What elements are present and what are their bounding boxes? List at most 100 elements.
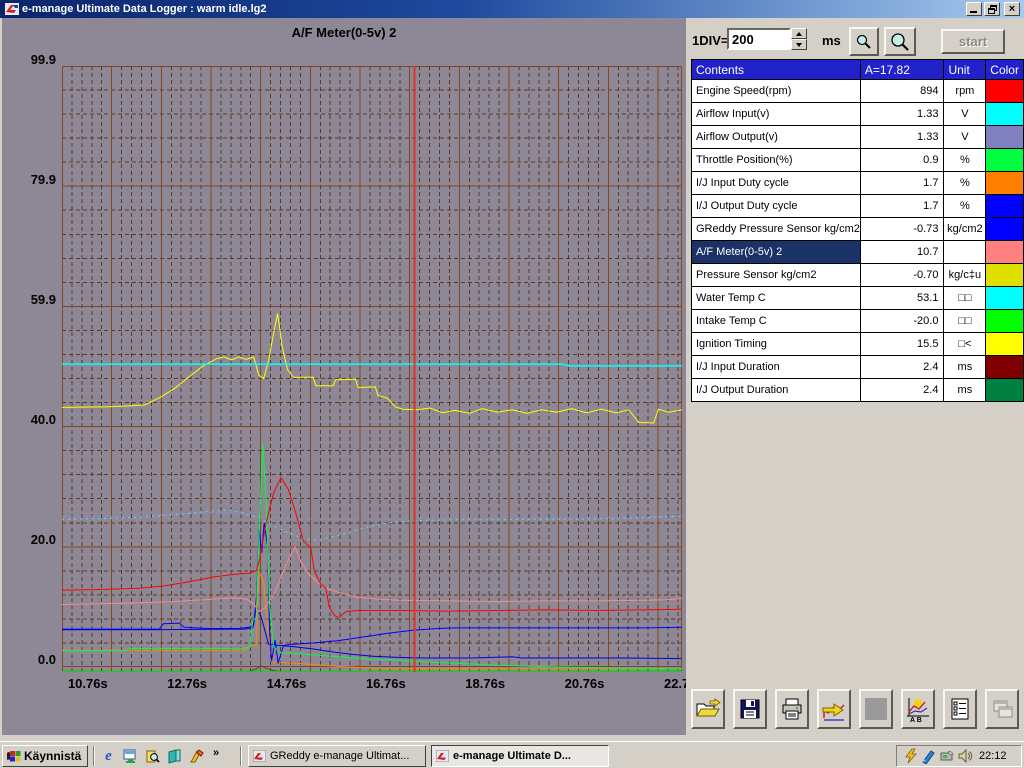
x-tick-label: 12.76s bbox=[154, 676, 220, 691]
svg-text:A B: A B bbox=[910, 717, 922, 722]
channel-unit: % bbox=[944, 172, 986, 195]
ms-unit-label: ms bbox=[822, 33, 841, 48]
channel-name: A/F Meter(0-5v) 2 bbox=[692, 241, 861, 264]
task-button-greddy[interactable]: GReddy e-manage Ultimat... bbox=[248, 745, 426, 767]
desktop-glyph bbox=[123, 749, 138, 764]
unit-header[interactable]: Unit bbox=[944, 60, 986, 80]
channel-color-swatch bbox=[986, 310, 1024, 333]
start-menu-button[interactable]: Käynnistä bbox=[2, 745, 88, 767]
media-quick-launch-icon[interactable] bbox=[188, 748, 205, 765]
channel-color-swatch bbox=[986, 287, 1024, 310]
table-row[interactable]: Pressure Sensor kg/cm2-0.70kg/c‡u bbox=[692, 264, 1024, 287]
value-header[interactable]: A=17.82 bbox=[860, 60, 944, 80]
system-tray: 22:12 bbox=[896, 745, 1022, 767]
open-folder-icon bbox=[695, 697, 721, 721]
table-row[interactable]: A/F Meter(0-5v) 210.7 bbox=[692, 241, 1024, 264]
y-tick-label: 99.9 bbox=[2, 52, 56, 67]
channel-name: I/J Input Duration bbox=[692, 356, 861, 379]
channel-unit: □□ bbox=[944, 310, 986, 333]
y-tick-label: 40.0 bbox=[2, 412, 56, 427]
tray-device-icon[interactable] bbox=[939, 748, 955, 764]
restore-icon bbox=[988, 5, 997, 14]
spinner-down-button[interactable] bbox=[791, 39, 807, 50]
x-tick-label: 14.76s bbox=[254, 676, 320, 691]
contents-header[interactable]: Contents bbox=[692, 60, 861, 80]
plot-area[interactable] bbox=[62, 66, 682, 672]
channel-value: 0.9 bbox=[860, 149, 944, 172]
control-panel: 1DIV= ms start Contents A=17.82 Unit Col… bbox=[686, 18, 1024, 740]
y-tick-label: 0.0 bbox=[2, 652, 56, 667]
cascade-button[interactable] bbox=[985, 689, 1019, 729]
stop-button[interactable] bbox=[859, 689, 893, 729]
save-button[interactable] bbox=[733, 689, 767, 729]
taskbar: Käynnistä e » bbox=[0, 741, 1024, 768]
x-tick-label: 10.76s bbox=[55, 676, 121, 691]
table-row[interactable]: I/J Output Duration2.4ms bbox=[692, 379, 1024, 402]
channel-value: 894 bbox=[860, 80, 944, 103]
table-row[interactable]: Airflow Input(v)1.33V bbox=[692, 103, 1024, 126]
table-row[interactable]: Ignition Timing15.5□< bbox=[692, 333, 1024, 356]
export-button[interactable] bbox=[817, 689, 851, 729]
restore-button[interactable] bbox=[984, 2, 1000, 16]
x-tick-label: 20.76s bbox=[552, 676, 618, 691]
table-row[interactable]: I/J Input Duration2.4ms bbox=[692, 356, 1024, 379]
ie-quick-launch-icon[interactable]: e bbox=[100, 748, 117, 765]
window-controls: × bbox=[966, 2, 1020, 16]
search-quick-launch-icon[interactable] bbox=[144, 748, 161, 765]
div-label: 1DIV= bbox=[692, 33, 729, 48]
channel-color-swatch bbox=[986, 172, 1024, 195]
close-button[interactable]: × bbox=[1004, 2, 1020, 16]
div-input[interactable] bbox=[727, 28, 791, 50]
show-desktop-icon[interactable] bbox=[122, 748, 139, 765]
start-button[interactable]: start bbox=[941, 29, 1005, 54]
open-button[interactable] bbox=[691, 689, 725, 729]
tray-pen-icon[interactable] bbox=[921, 748, 937, 764]
zoom-in-button[interactable] bbox=[884, 27, 916, 56]
graph-ab-button[interactable]: A B bbox=[901, 689, 935, 729]
table-row[interactable]: Airflow Output(v)1.33V bbox=[692, 126, 1024, 149]
window-title: e-manage Ultimate Data Logger : warm idl… bbox=[22, 3, 966, 15]
search-glyph bbox=[145, 749, 160, 764]
table-row[interactable]: Water Temp C53.1□□ bbox=[692, 287, 1024, 310]
channel-unit: V bbox=[944, 126, 986, 149]
channel-unit: % bbox=[944, 195, 986, 218]
table-row[interactable]: I/J Input Duty cycle1.7% bbox=[692, 172, 1024, 195]
table-row[interactable]: Engine Speed(rpm)894rpm bbox=[692, 80, 1024, 103]
spinner-up-button[interactable] bbox=[791, 28, 807, 39]
tray-speaker-icon[interactable] bbox=[957, 748, 973, 764]
channel-value: -0.73 bbox=[860, 218, 944, 241]
task-label-active: e-manage Ultimate D... bbox=[453, 750, 571, 762]
channel-value: 2.4 bbox=[860, 379, 944, 402]
task-button-emanage[interactable]: e-manage Ultimate D... bbox=[431, 745, 609, 767]
print-button[interactable] bbox=[775, 689, 809, 729]
channel-unit: ms bbox=[944, 379, 986, 402]
chart-panel: A/F Meter(0-5v) 2 99.979.959.940.020.00.… bbox=[2, 18, 686, 735]
channel-unit: □□ bbox=[944, 287, 986, 310]
channel-name: Throttle Position(%) bbox=[692, 149, 861, 172]
taskbar-separator-2 bbox=[240, 746, 242, 766]
zoom-out-button[interactable] bbox=[849, 27, 879, 56]
div-spinner bbox=[791, 28, 807, 50]
channel-value: 1.7 bbox=[860, 195, 944, 218]
list-button[interactable] bbox=[943, 689, 977, 729]
minimize-button[interactable] bbox=[966, 2, 982, 16]
tray-lightning-icon[interactable] bbox=[903, 748, 919, 764]
channel-name: Pressure Sensor kg/cm2 bbox=[692, 264, 861, 287]
channel-name: Airflow Output(v) bbox=[692, 126, 861, 149]
channel-unit: ms bbox=[944, 356, 986, 379]
notes-quick-launch-icon[interactable] bbox=[166, 748, 183, 765]
channel-unit: rpm bbox=[944, 80, 986, 103]
table-row[interactable]: Throttle Position(%)0.9% bbox=[692, 149, 1024, 172]
chart-title: A/F Meter(0-5v) 2 bbox=[2, 25, 686, 40]
table-row[interactable]: Intake Temp C-20.0□□ bbox=[692, 310, 1024, 333]
channel-name: I/J Output Duty cycle bbox=[692, 195, 861, 218]
channel-value: 1.33 bbox=[860, 103, 944, 126]
channel-name: Water Temp C bbox=[692, 287, 861, 310]
table-row[interactable]: I/J Output Duty cycle1.7% bbox=[692, 195, 1024, 218]
quick-launch-overflow[interactable]: » bbox=[213, 747, 219, 759]
channel-color-swatch bbox=[986, 126, 1024, 149]
channel-color-swatch bbox=[986, 195, 1024, 218]
color-header[interactable]: Color bbox=[986, 60, 1024, 80]
table-row[interactable]: GReddy Pressure Sensor kg/cm2-0.73kg/cm2 bbox=[692, 218, 1024, 241]
channel-value: 2.4 bbox=[860, 356, 944, 379]
